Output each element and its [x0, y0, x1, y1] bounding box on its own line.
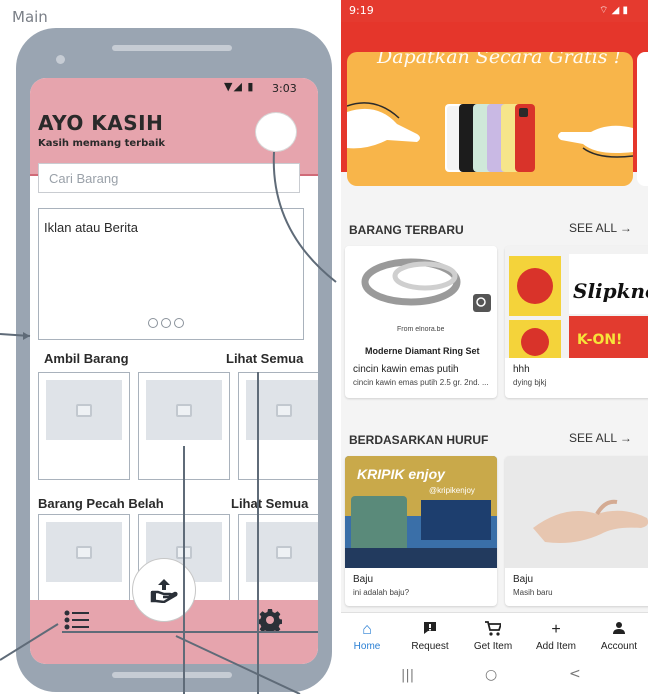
- carousel-dots[interactable]: [148, 318, 184, 328]
- image-brand-text: KRIPIK enjoy: [357, 466, 445, 482]
- avatar[interactable]: [255, 112, 297, 152]
- carousel-dot[interactable]: [148, 318, 158, 328]
- ad-text: Iklan atau Berita: [44, 220, 138, 235]
- image-caption: From elnora.be: [397, 326, 445, 333]
- promo-banner[interactable]: Dapatkan Secara Gratis !: [347, 52, 633, 186]
- app-status-icons: ⌔ ◢ ▮: [599, 5, 628, 16]
- promo-banner-next[interactable]: [637, 52, 648, 186]
- product-card[interactable]: [38, 372, 130, 480]
- image-title: Moderne Diamant Ring Set: [365, 346, 480, 356]
- plus-icon: +: [551, 621, 561, 638]
- image-placeholder-icon: [46, 380, 122, 440]
- product-desc: cincin kawin emas putih 2.5 gr. 2nd. ...: [353, 378, 489, 387]
- product-name: hhh: [513, 364, 530, 375]
- see-all-ambil[interactable]: Lihat Semua: [226, 351, 303, 366]
- search-input[interactable]: Cari Barang: [38, 163, 300, 193]
- nav-label: Request: [411, 641, 449, 652]
- hand-image: [505, 456, 648, 568]
- app-subtitle: Kasih memang terbaik: [38, 138, 166, 149]
- product-name: Baju: [513, 574, 534, 585]
- nav-get-item[interactable]: Get Item: [463, 621, 523, 652]
- poster-collage-image: Slipknot K-ON!: [505, 246, 648, 358]
- app-status-time: 9:19: [349, 4, 374, 17]
- phone-speaker: [112, 45, 232, 51]
- image-placeholder-icon: [146, 380, 222, 440]
- image-placeholder-icon: [246, 522, 318, 582]
- product-desc: ini adalah baju?: [353, 588, 410, 597]
- see-all-new[interactable]: SEE ALL →: [569, 221, 632, 235]
- alert-icon: [400, 621, 460, 641]
- list-icon[interactable]: [64, 610, 90, 634]
- banner-illustration: [347, 102, 633, 172]
- phone-bottom-bar: [112, 672, 232, 678]
- see-all-letter[interactable]: SEE ALL →: [569, 431, 632, 445]
- wire-status-time: 3:03: [272, 82, 297, 95]
- app-title: AYO KASIH: [38, 111, 164, 135]
- ring-image: [345, 246, 497, 318]
- product-card-new-2[interactable]: Slipknot K-ON! hhh dying bjkj: [505, 246, 648, 398]
- product-card-letter-2[interactable]: Baju Masih baru: [505, 456, 648, 606]
- image-placeholder-icon: [46, 522, 122, 582]
- nav-label: Account: [600, 641, 638, 652]
- image-handle-text: @kripikenjoy: [429, 486, 475, 495]
- nav-label: Home: [353, 641, 381, 652]
- wire-status-icons: ▼◢ ▮: [224, 80, 255, 93]
- image-placeholder-icon: [246, 380, 318, 440]
- board-label: Main: [12, 8, 48, 26]
- system-nav-bar: ||| ○ <: [341, 662, 648, 694]
- section-title-letter: BERDASARKAN HURUF: [349, 433, 489, 447]
- product-card[interactable]: [138, 372, 230, 480]
- home-button[interactable]: ○: [485, 667, 497, 683]
- cart-icon: [463, 621, 523, 641]
- nav-account[interactable]: Account: [589, 621, 648, 652]
- product-card-letter-1[interactable]: KRIPIK enjoy @kripikenjoy Baju ini adala…: [345, 456, 497, 606]
- give-hand-button[interactable]: [132, 558, 196, 622]
- section-title-ambil: Ambil Barang: [44, 351, 129, 366]
- product-desc: Masih baru: [513, 588, 553, 597]
- home-icon: ⌂: [362, 621, 372, 638]
- phone-camera: [56, 55, 65, 64]
- back-button[interactable]: <: [569, 666, 581, 682]
- app-screen: 9:19 ⌔ ◢ ▮ Dapatkan Secara Gratis ! BARA…: [341, 0, 648, 694]
- app-bottom-nav: ⌂ Home Request Get Item + Add Item Accou…: [341, 612, 648, 663]
- svg-text:K-ON!: K-ON!: [577, 332, 622, 348]
- product-name: cincin kawin emas putih: [353, 364, 459, 375]
- wireframe-screen: ▼◢ ▮ 3:03 AYO KASIH Kasih memang terbaik…: [30, 78, 318, 664]
- gear-icon[interactable]: [257, 608, 283, 636]
- carousel-dot[interactable]: [161, 318, 171, 328]
- nav-label: Get Item: [473, 641, 513, 652]
- person-icon: [589, 621, 648, 641]
- nav-home[interactable]: ⌂ Home: [341, 621, 397, 652]
- product-card-new-1[interactable]: From elnora.be Moderne Diamant Ring Set …: [345, 246, 497, 398]
- product-card[interactable]: [238, 372, 318, 480]
- svg-text:Slipknot: Slipknot: [573, 279, 648, 303]
- see-all-pecah[interactable]: Lihat Semua: [231, 496, 308, 511]
- product-desc: dying bjkj: [513, 378, 547, 387]
- product-name: Baju: [353, 574, 374, 585]
- recent-apps-button[interactable]: |||: [401, 668, 414, 683]
- nav-add-item[interactable]: + Add Item: [526, 621, 586, 652]
- section-title-new: BARANG TERBARU: [349, 223, 464, 237]
- give-hand-icon: [150, 579, 178, 603]
- carousel-dot[interactable]: [174, 318, 184, 328]
- nav-request[interactable]: Request: [400, 621, 460, 652]
- nav-label: Add Item: [535, 641, 577, 652]
- section-title-pecah: Barang Pecah Belah: [38, 496, 164, 511]
